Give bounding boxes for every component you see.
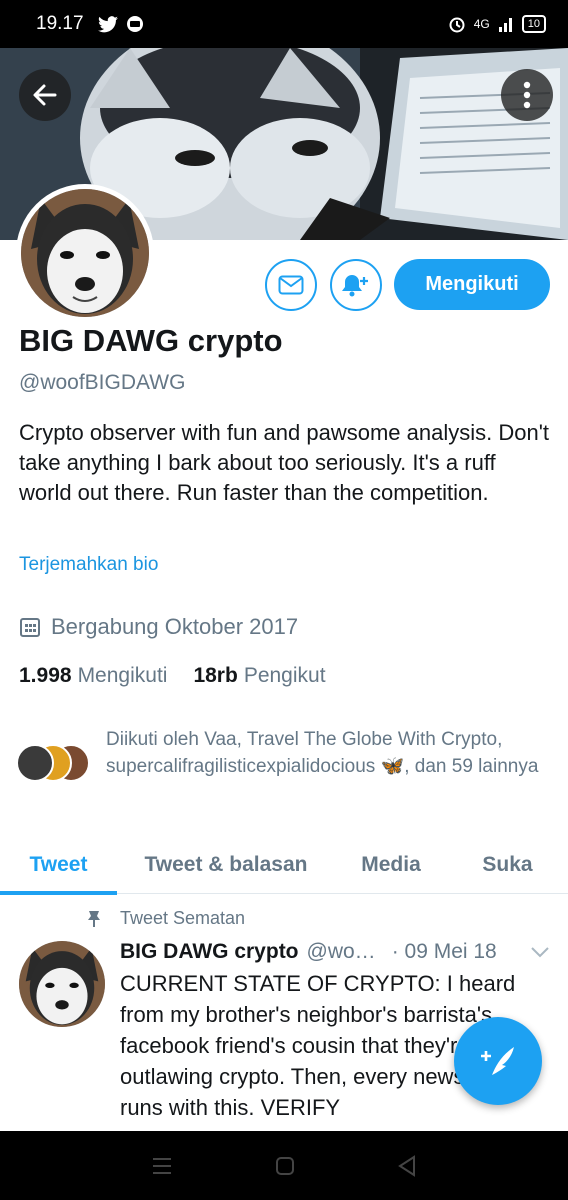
- tweet-header: BIG DAWG crypto @wo… · 09 Mei 18: [120, 940, 550, 964]
- tab-likes[interactable]: Suka: [447, 836, 568, 894]
- system-nav-bar: [0, 1131, 568, 1200]
- following-count: 1.998: [19, 664, 72, 687]
- following-stat[interactable]: 1.998 Mengikuti: [19, 664, 167, 688]
- followed-by-section[interactable]: Diikuti oleh Vaa, Travel The Globe With …: [16, 726, 556, 784]
- mail-icon: [278, 275, 304, 295]
- profile-handle: @woofBIGDAWG: [19, 371, 186, 394]
- tab-tweet-replies[interactable]: Tweet & balasan: [117, 836, 335, 894]
- profile-stats: 1.998 Mengikuti 18rb Pengikut: [19, 664, 326, 688]
- notification-icon: [126, 16, 143, 32]
- husky-avatar-image: [21, 189, 149, 317]
- pinned-indicator: Tweet Sematan: [86, 908, 245, 929]
- tweet-date[interactable]: · 09 Mei 18: [392, 940, 497, 964]
- status-time: 19.17: [36, 13, 84, 34]
- follower-avatar: [16, 744, 54, 782]
- pin-icon: [88, 910, 100, 927]
- home-icon[interactable]: [275, 1156, 295, 1176]
- husky-avatar-image: [19, 941, 105, 1027]
- more-options-button[interactable]: [501, 69, 553, 121]
- battery-indicator: 10: [521, 15, 546, 33]
- tweet-avatar[interactable]: [19, 941, 105, 1027]
- chevron-down-icon[interactable]: [530, 946, 550, 958]
- feather-plus-icon: [481, 1047, 514, 1075]
- joined-date: Bergabung Oktober 2017: [19, 614, 298, 640]
- compose-tweet-button[interactable]: [454, 1017, 542, 1105]
- twitter-bird-icon: [97, 15, 118, 32]
- profile-avatar[interactable]: [16, 184, 154, 322]
- calendar-icon: [20, 618, 40, 637]
- back-nav-icon[interactable]: [397, 1154, 417, 1177]
- tweet-author-handle[interactable]: @wo…: [307, 940, 376, 964]
- status-bar: 19.17 4G 10: [0, 0, 568, 48]
- tweet-author-name[interactable]: BIG DAWG crypto: [120, 940, 299, 964]
- profile-tabs: Tweet Tweet & balasan Media Suka: [0, 836, 568, 895]
- arrow-left-icon: [33, 84, 57, 106]
- follower-avatars: [16, 744, 92, 784]
- recents-icon[interactable]: [151, 1156, 173, 1176]
- profile-display-name: BIG DAWG crypto: [19, 323, 283, 358]
- followers-stat[interactable]: 18rb Pengikut: [193, 664, 325, 688]
- followed-by-text: Diikuti oleh Vaa, Travel The Globe With …: [106, 729, 539, 777]
- notifications-button[interactable]: [330, 259, 382, 311]
- back-button[interactable]: [19, 69, 71, 121]
- pinned-label: Tweet Sematan: [120, 908, 246, 928]
- bell-plus-icon: [342, 275, 368, 297]
- followers-label: Pengikut: [243, 664, 326, 687]
- joined-text: Bergabung Oktober 2017: [51, 614, 299, 639]
- more-vertical-icon: [523, 81, 531, 109]
- followers-count: 18rb: [193, 664, 238, 687]
- signal-icon: [498, 18, 512, 32]
- message-button[interactable]: [265, 259, 317, 311]
- alarm-icon: [449, 17, 465, 33]
- tab-media[interactable]: Media: [335, 836, 447, 894]
- following-button[interactable]: Mengikuti: [394, 259, 550, 310]
- profile-bio: Crypto observer with fun and pawsome ana…: [19, 420, 550, 505]
- translate-bio-link[interactable]: Terjemahkan bio: [19, 554, 158, 576]
- tab-tweet[interactable]: Tweet: [0, 836, 117, 895]
- following-label: Mengikuti: [77, 664, 168, 687]
- network-label: 4G: [473, 17, 490, 31]
